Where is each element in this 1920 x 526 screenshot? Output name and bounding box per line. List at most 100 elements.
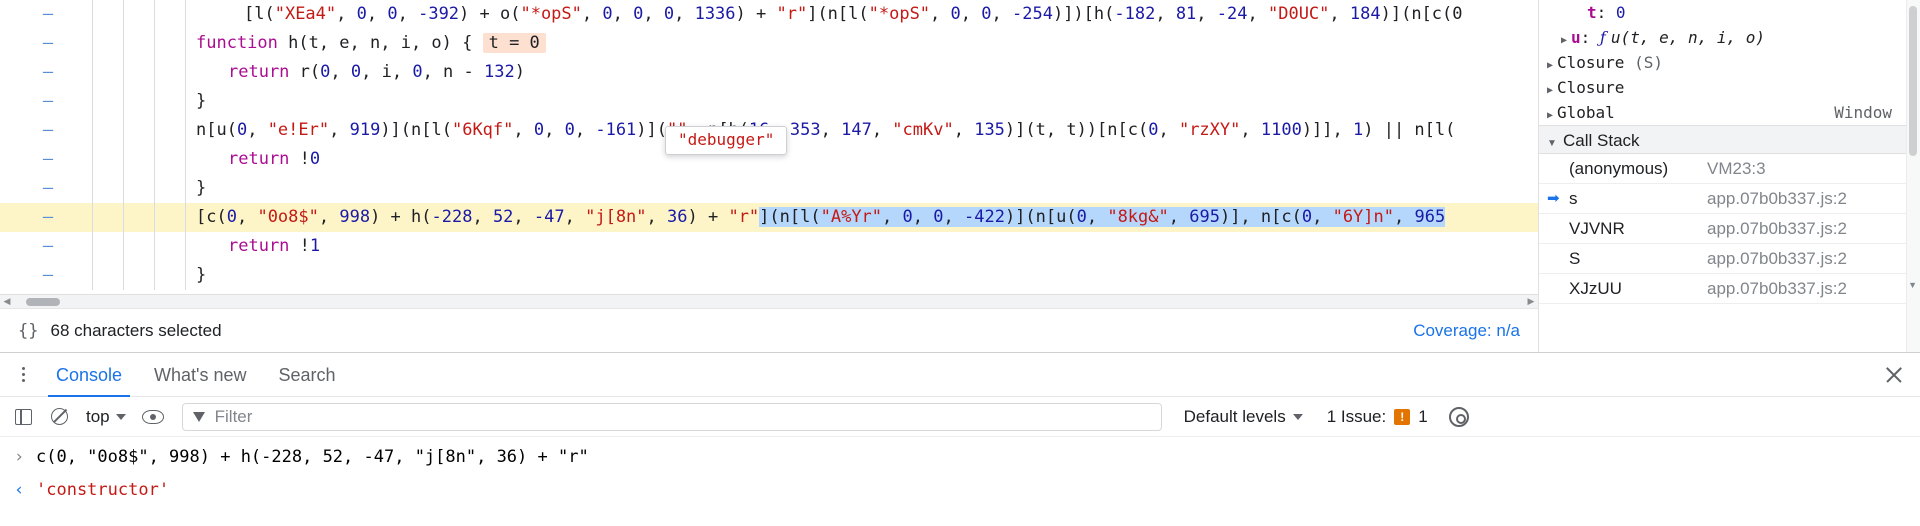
issues-warning-icon: ! (1394, 408, 1411, 425)
call-stack-frame[interactable]: Sapp.07b0b337.js:2 (1539, 244, 1920, 274)
selected-code-token: 0 (933, 207, 944, 227)
scope-row[interactable]: ▶ Closure (1539, 75, 1920, 100)
coverage-link[interactable]: Coverage: n/a (1413, 321, 1520, 341)
gutter-collapse-marker[interactable]: – (36, 29, 60, 58)
call-stack-frame[interactable]: XJzUU app.07b0b337.js:2 (1539, 274, 1920, 304)
code-token: -161 (595, 120, 637, 140)
log-levels-value: Default levels (1183, 406, 1286, 426)
scroll-thumb[interactable] (26, 297, 60, 306)
selected-code-token: 695 (1189, 207, 1220, 227)
code-token: return (228, 236, 290, 256)
call-stack-frame[interactable]: (anonymous) VM23:3 (1539, 154, 1920, 184)
code-token: 0 (320, 62, 331, 82)
code-token: 998 (339, 207, 371, 227)
drawer-tab-console[interactable]: Console (40, 353, 138, 397)
call-stack-header[interactable]: ▼ Call Stack (1539, 125, 1920, 154)
chevron-right-icon[interactable]: ▶ (1543, 103, 1557, 128)
chevron-down-icon (1292, 413, 1303, 420)
scroll-left-arrow[interactable]: ◀ (0, 296, 14, 307)
code-line[interactable]: –} (0, 261, 1538, 290)
indent-guide (154, 0, 155, 29)
live-expression-icon[interactable] (138, 402, 168, 432)
scope-row[interactable]: ▶ Closure (S) (1539, 50, 1920, 75)
sidebar-scroll-thumb[interactable] (1909, 6, 1917, 156)
indent-guide (154, 203, 155, 232)
close-drawer-icon[interactable] (1882, 363, 1906, 387)
code-token: "*opS" (868, 4, 931, 24)
gutter-collapse-marker[interactable]: – (36, 261, 60, 290)
scroll-track[interactable] (14, 295, 1524, 309)
code-line[interactable]: – function h(t, e, n, i, o) { t = 0 (0, 29, 1538, 58)
code-token: 353 (789, 120, 821, 140)
code-line[interactable]: – [l("XEa4", 0, 0, -392) + o("*opS", 0, 0… (0, 0, 1538, 29)
code-text: } (196, 261, 206, 290)
code-token: 1 (309, 236, 321, 256)
issues-indicator[interactable]: 1 Issue: ! 1 (1317, 407, 1438, 427)
gutter-collapse-marker[interactable]: – (36, 116, 60, 145)
console-message-list: › c(0, "0o8$", 998) + h(-228, 52, -47, "j… (0, 437, 1920, 507)
more-options-icon[interactable] (6, 353, 40, 397)
clear-console-icon[interactable] (44, 402, 74, 432)
code-token: "rzXY" (1178, 120, 1241, 140)
current-frame-arrow-icon: ➡ (1547, 190, 1560, 207)
braces-icon[interactable]: {} (18, 321, 38, 341)
code-line[interactable]: – [c(0, "0o8$", 998) + h(-228, 52, -47, "… (0, 203, 1538, 232)
code-line[interactable]: –} (0, 87, 1538, 116)
code-token: , (472, 207, 493, 227)
code-token: , n - (422, 62, 484, 82)
indent-guide (154, 58, 155, 87)
gutter-collapse-marker[interactable]: – (36, 232, 60, 261)
settings-gear-icon[interactable] (1444, 402, 1474, 432)
inline-variable-value: t = 0 (482, 33, 546, 53)
code-token: , (513, 120, 534, 140)
scroll-right-arrow[interactable]: ▶ (1524, 296, 1538, 307)
scope-row[interactable]: ▶ u: ƒ u(t, e, n, i, o) (1539, 25, 1920, 50)
scope-property-name: t (1587, 3, 1597, 22)
code-token: 0 (356, 4, 367, 24)
code-line[interactable]: – return !1 (0, 232, 1538, 261)
frame-location: app.07b0b337.js:2 (1707, 219, 1847, 238)
scroll-down-arrow[interactable]: ▼ (1908, 280, 1917, 290)
prompt-arrow-icon: › (14, 447, 25, 467)
console-sidebar-toggle-icon[interactable] (8, 402, 38, 432)
code-text: } (196, 87, 206, 116)
code-token: , (1155, 4, 1176, 24)
gutter-collapse-marker[interactable]: – (36, 58, 60, 87)
selected-code-token: , (1086, 207, 1108, 227)
code-token: n[u( (196, 120, 237, 140)
code-token: )]( (636, 120, 668, 140)
code-line[interactable]: –} (0, 174, 1538, 203)
code-token: , (1329, 4, 1350, 24)
call-stack-frame[interactable]: ➡ s app.07b0b337.js:2 (1539, 184, 1920, 214)
console-message-text: c(0, "0o8$", 998) + h(-228, 52, -47, "j[… (36, 447, 589, 467)
indent-guide (185, 116, 186, 145)
scope-row[interactable]: t: 0 (1539, 0, 1920, 25)
drawer-tab-what-s-new[interactable]: What's new (138, 353, 262, 397)
gutter-collapse-marker[interactable]: – (36, 203, 60, 232)
code-token: , (366, 4, 388, 24)
gutter-collapse-marker[interactable]: – (36, 87, 60, 116)
sidebar-vertical-scrollbar[interactable]: ▼ (1906, 0, 1920, 352)
indent-guide (123, 174, 124, 203)
log-levels-selector[interactable]: Default levels (1176, 407, 1311, 427)
scope-row[interactable]: ▶ Global Window (1539, 100, 1920, 125)
gutter-collapse-marker[interactable]: – (36, 0, 60, 29)
editor-horizontal-scrollbar[interactable]: ◀ ▶ (0, 294, 1538, 308)
gutter-collapse-marker[interactable]: – (36, 174, 60, 203)
code-token: 1336 (694, 4, 736, 24)
indent-guide (123, 87, 124, 116)
code-token: 0 (1148, 120, 1159, 140)
execution-context-selector[interactable]: top (80, 407, 132, 427)
console-filter[interactable] (181, 402, 1162, 431)
call-stack-frame[interactable]: VJVNR app.07b0b337.js:2 (1539, 214, 1920, 244)
gutter-collapse-marker[interactable]: – (36, 145, 60, 174)
scope-group-label: Closure (1557, 53, 1625, 72)
code-token: ) (514, 62, 525, 82)
code-token: ) + h( (370, 207, 432, 227)
selected-code-token: )](n[u( (1004, 207, 1077, 227)
selected-code-token: "A%Yr" (820, 207, 883, 227)
code-token: , (564, 207, 586, 227)
code-line[interactable]: – return r(0, 0, i, 0, n - 132) (0, 58, 1538, 87)
filter-input[interactable] (212, 405, 1151, 428)
drawer-tab-search[interactable]: Search (263, 353, 352, 397)
